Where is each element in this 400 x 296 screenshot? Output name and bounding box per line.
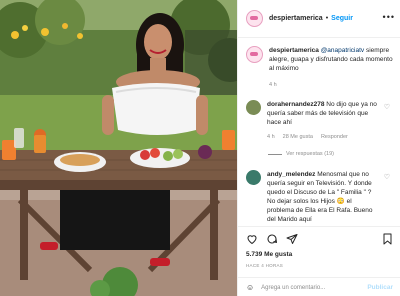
comment-input[interactable]: Agrega un comentario... [261,285,367,291]
comment-time: 4 h [267,134,275,140]
heart-icon[interactable] [246,233,258,245]
likes-count[interactable]: 5.739 Me gusta [246,251,292,258]
comment-username[interactable]: andy_melendez [267,171,315,178]
comment-text: andy_melendez Menosmal que no quería seg… [267,170,377,224]
reply-button[interactable]: Responder [321,133,348,142]
comment-body: Menosmal que no quería seguir en Televis… [267,171,373,223]
publish-button[interactable]: Publicar [367,284,393,291]
view-replies-button[interactable]: Ver respuestas (19) [268,151,394,157]
post-photo-image [0,0,237,296]
follow-button[interactable]: Seguir [331,15,353,22]
avatar[interactable] [246,10,263,27]
comment-avatar[interactable] [246,100,261,115]
caption-mention[interactable]: @anapatriciatv [321,47,364,54]
replies-divider [268,153,282,155]
view-replies-label: Ver respuestas (19) [286,151,334,157]
caption-username[interactable]: despiertamerica [269,47,319,54]
comment-meta: 4 h 28 Me gusta Responder [267,133,377,142]
post-time: HACE 4 HORAS [246,263,284,268]
emoji-icon[interactable]: ☺ [246,283,254,292]
comment-item: andy_melendez Menosmal que no quería seg… [246,170,394,224]
comment-likes[interactable]: 28 Me gusta [283,133,313,142]
post-photo[interactable] [0,0,237,296]
more-options-icon[interactable]: ••• [383,12,395,22]
post-header: despiertamerica • Seguir ••• [238,0,400,38]
bookmark-icon [383,233,392,245]
comment-heart-icon[interactable]: ♡ [384,103,390,111]
caption-avatar[interactable] [246,46,263,63]
comment-icon[interactable] [266,233,278,245]
add-comment-bar: ☺ Agrega un comentario... Publicar [238,277,400,296]
caption: despiertamerica @anapatriciatv siempre a… [246,46,394,90]
post-detail-panel: despiertamerica • Seguir ••• despiertame… [237,0,400,296]
share-icon[interactable] [286,233,298,245]
post-actions: 5.739 Me gusta HACE 4 HORAS ☺ Agrega un … [238,226,400,296]
comment-avatar[interactable] [246,170,261,185]
comment-item: dorahernandez278 No dijo que ya no querí… [246,100,394,157]
comment-username[interactable]: dorahernandez278 [267,101,324,108]
comment-heart-icon[interactable]: ♡ [384,173,390,181]
action-icons [246,233,298,245]
caption-time: 4 h [269,82,277,88]
separator-dot: • [325,15,329,22]
caption-text: despiertamerica @anapatriciatv siempre a… [269,46,394,90]
post-username[interactable]: despiertamerica [269,15,323,22]
comment-text: dorahernandez278 No dijo que ya no querí… [267,100,377,142]
save-button[interactable] [382,233,393,247]
